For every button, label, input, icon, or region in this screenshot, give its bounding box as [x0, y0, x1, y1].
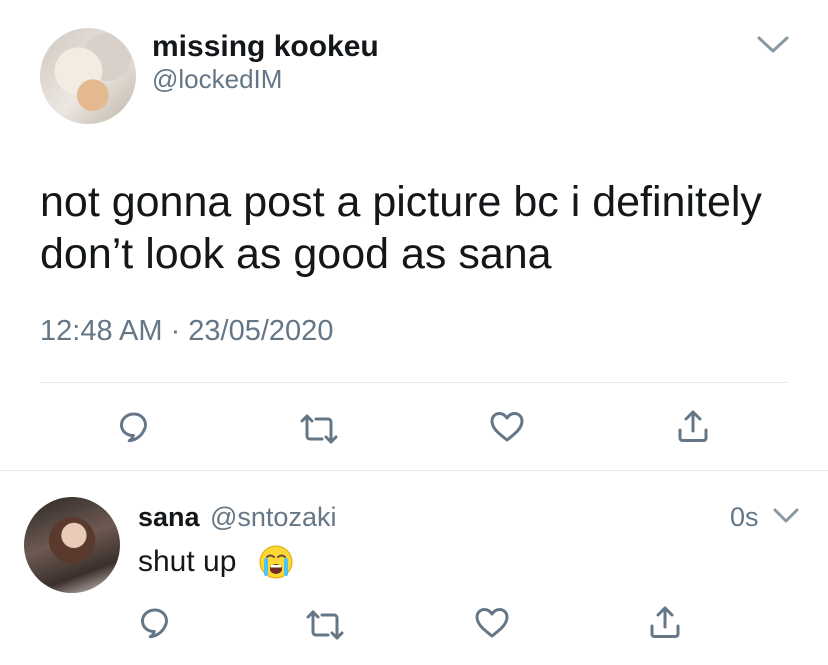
reply-avatar[interactable] [24, 497, 120, 593]
reply-display-name[interactable]: sana [138, 502, 200, 533]
display-name[interactable]: missing kookeu [152, 30, 379, 64]
user-handle[interactable]: @lockedIM [152, 64, 282, 95]
reply-icon[interactable] [117, 410, 151, 444]
divider [0, 470, 828, 471]
chevron-down-icon[interactable] [756, 34, 790, 56]
like-icon[interactable] [489, 410, 525, 444]
reply-icon[interactable] [138, 606, 172, 640]
tweet-text-line: not gonna post a picture bc i definitely [40, 178, 762, 226]
reply-timestamp: 0s [730, 502, 759, 532]
retweet-icon[interactable] [306, 608, 344, 642]
like-icon[interactable] [474, 606, 510, 640]
divider [40, 382, 788, 383]
reply-text: shut up [138, 545, 237, 578]
share-icon[interactable] [676, 408, 710, 444]
avatar[interactable] [40, 28, 136, 124]
chevron-down-icon[interactable] [772, 506, 800, 526]
retweet-icon[interactable] [300, 412, 338, 446]
tweet-text: not gonna post a picture bc i definitely… [40, 176, 800, 280]
tweet-timestamp: 12:48 AM · 23/05/2020 [40, 315, 334, 347]
share-icon[interactable] [648, 604, 682, 640]
loudly-crying-face-emoji [258, 544, 294, 580]
reply-user-handle[interactable]: @sntozaki [210, 502, 336, 533]
tweet-text-line: don’t look as good as sana [40, 230, 552, 278]
